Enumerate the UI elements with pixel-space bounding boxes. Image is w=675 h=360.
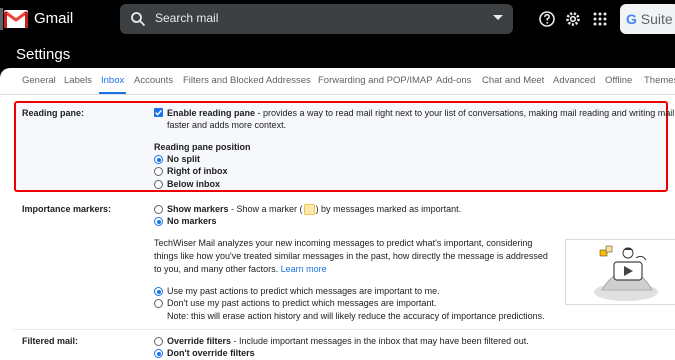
search-options-icon[interactable] [493, 15, 503, 20]
radio-right-of-inbox[interactable] [154, 167, 163, 176]
search-bar[interactable]: Search mail [120, 4, 513, 34]
tab-advanced[interactable]: Advanced [553, 75, 595, 86]
importance-markers-label: Importance markers: [22, 204, 112, 214]
enable-reading-pane-text: Enable reading pane - provides a way to … [167, 108, 674, 118]
show-markers-label[interactable]: Show markers [167, 204, 229, 214]
illustration-image [594, 245, 658, 301]
tab-inbox[interactable]: Inbox [101, 75, 124, 86]
enable-reading-pane-desc: - provides a way to read mail right next… [255, 108, 675, 118]
option-right-of-inbox[interactable]: Right of inbox [167, 166, 228, 176]
tab-accounts[interactable]: Accounts [134, 75, 173, 86]
importance-info-line-3-text: to you, and many other factors. [154, 264, 279, 274]
radio-show-markers[interactable] [154, 205, 163, 214]
use-past-actions-label[interactable]: Use my past actions to predict which mes… [167, 286, 440, 296]
radio-no-markers[interactable] [154, 217, 163, 226]
override-filters-text: Override filters - Include important mes… [167, 336, 529, 346]
radio-below-inbox[interactable] [154, 180, 163, 189]
option-no-split[interactable]: No split [167, 154, 200, 164]
title-bar: Settings [0, 38, 675, 68]
app-name: Gmail [34, 10, 74, 27]
gsuite-label: Suite [640, 11, 673, 27]
radio-use-past-actions[interactable] [154, 287, 163, 296]
dont-override-filters-label[interactable]: Don't override filters [167, 348, 255, 358]
radio-dont-use-past-actions[interactable] [154, 299, 163, 308]
tab-offline[interactable]: Offline [605, 75, 632, 86]
enable-reading-pane-desc-2: faster and adds more context. [167, 120, 287, 130]
gear-icon[interactable] [564, 10, 582, 28]
importance-info-line-1: TechWiser Mail analyzes your new incomin… [154, 238, 533, 248]
gmail-logo-icon[interactable] [4, 10, 28, 28]
override-filters-label[interactable]: Override filters [167, 336, 231, 346]
no-markers-label[interactable]: No markers [167, 216, 217, 226]
gsuite-badge[interactable]: G Suite [620, 4, 675, 34]
importance-illustration [565, 239, 675, 305]
reading-pane-label: Reading pane: [22, 108, 85, 118]
page-title: Settings [16, 46, 71, 63]
tab-general[interactable]: General [22, 75, 56, 86]
tab-chat-meet[interactable]: Chat and Meet [482, 75, 544, 86]
section-divider [14, 329, 675, 330]
tab-themes[interactable]: Themes [644, 75, 675, 86]
search-icon[interactable] [130, 11, 146, 27]
enable-reading-pane-checkbox[interactable] [154, 108, 163, 117]
search-input[interactable]: Search mail [155, 11, 218, 25]
help-icon[interactable] [538, 10, 556, 28]
tab-labels[interactable]: Labels [64, 75, 92, 86]
show-markers-desc-pre: - Show a marker ( [228, 204, 303, 214]
radio-dont-override-filters[interactable] [154, 349, 163, 358]
reading-pane-position-heading: Reading pane position [154, 142, 251, 152]
show-markers-text: Show markers - Show a marker ( ) by messa… [167, 204, 462, 216]
tab-filters[interactable]: Filters and Blocked Addresses [183, 75, 311, 86]
active-tab-indicator [99, 92, 126, 94]
settings-content: General Labels Inbox Accounts Filters an… [0, 68, 675, 360]
filtered-mail-label: Filtered mail: [22, 336, 79, 346]
importance-info-line-2: things like how you've treated similar m… [154, 251, 548, 261]
checkmark-icon [155, 109, 162, 116]
option-below-inbox[interactable]: Below inbox [167, 179, 220, 189]
tab-addons[interactable]: Add-ons [436, 75, 471, 86]
apps-grid-icon[interactable] [591, 10, 609, 28]
gsuite-g: G [626, 11, 637, 27]
tab-forwarding[interactable]: Forwarding and POP/IMAP [318, 75, 433, 86]
importance-marker-icon [303, 204, 315, 216]
show-markers-desc-post: ) by messages marked as important. [315, 204, 462, 214]
learn-more-link[interactable]: Learn more [281, 264, 327, 274]
dont-use-past-actions-label[interactable]: Don't use my past actions to predict whi… [167, 298, 436, 308]
menu-edge [0, 8, 3, 30]
radio-no-split[interactable] [154, 155, 163, 164]
past-actions-note: Note: this will erase action history and… [167, 311, 545, 321]
settings-tabs: General Labels Inbox Accounts Filters an… [0, 68, 675, 95]
importance-info-line-3: to you, and many other factors. Learn mo… [154, 264, 327, 274]
radio-override-filters[interactable] [154, 337, 163, 346]
override-filters-desc: - Include important messages in the inbo… [231, 336, 529, 346]
enable-reading-pane-label: Enable reading pane [167, 108, 256, 118]
top-bar: Gmail Search mail G Suite [0, 0, 675, 38]
